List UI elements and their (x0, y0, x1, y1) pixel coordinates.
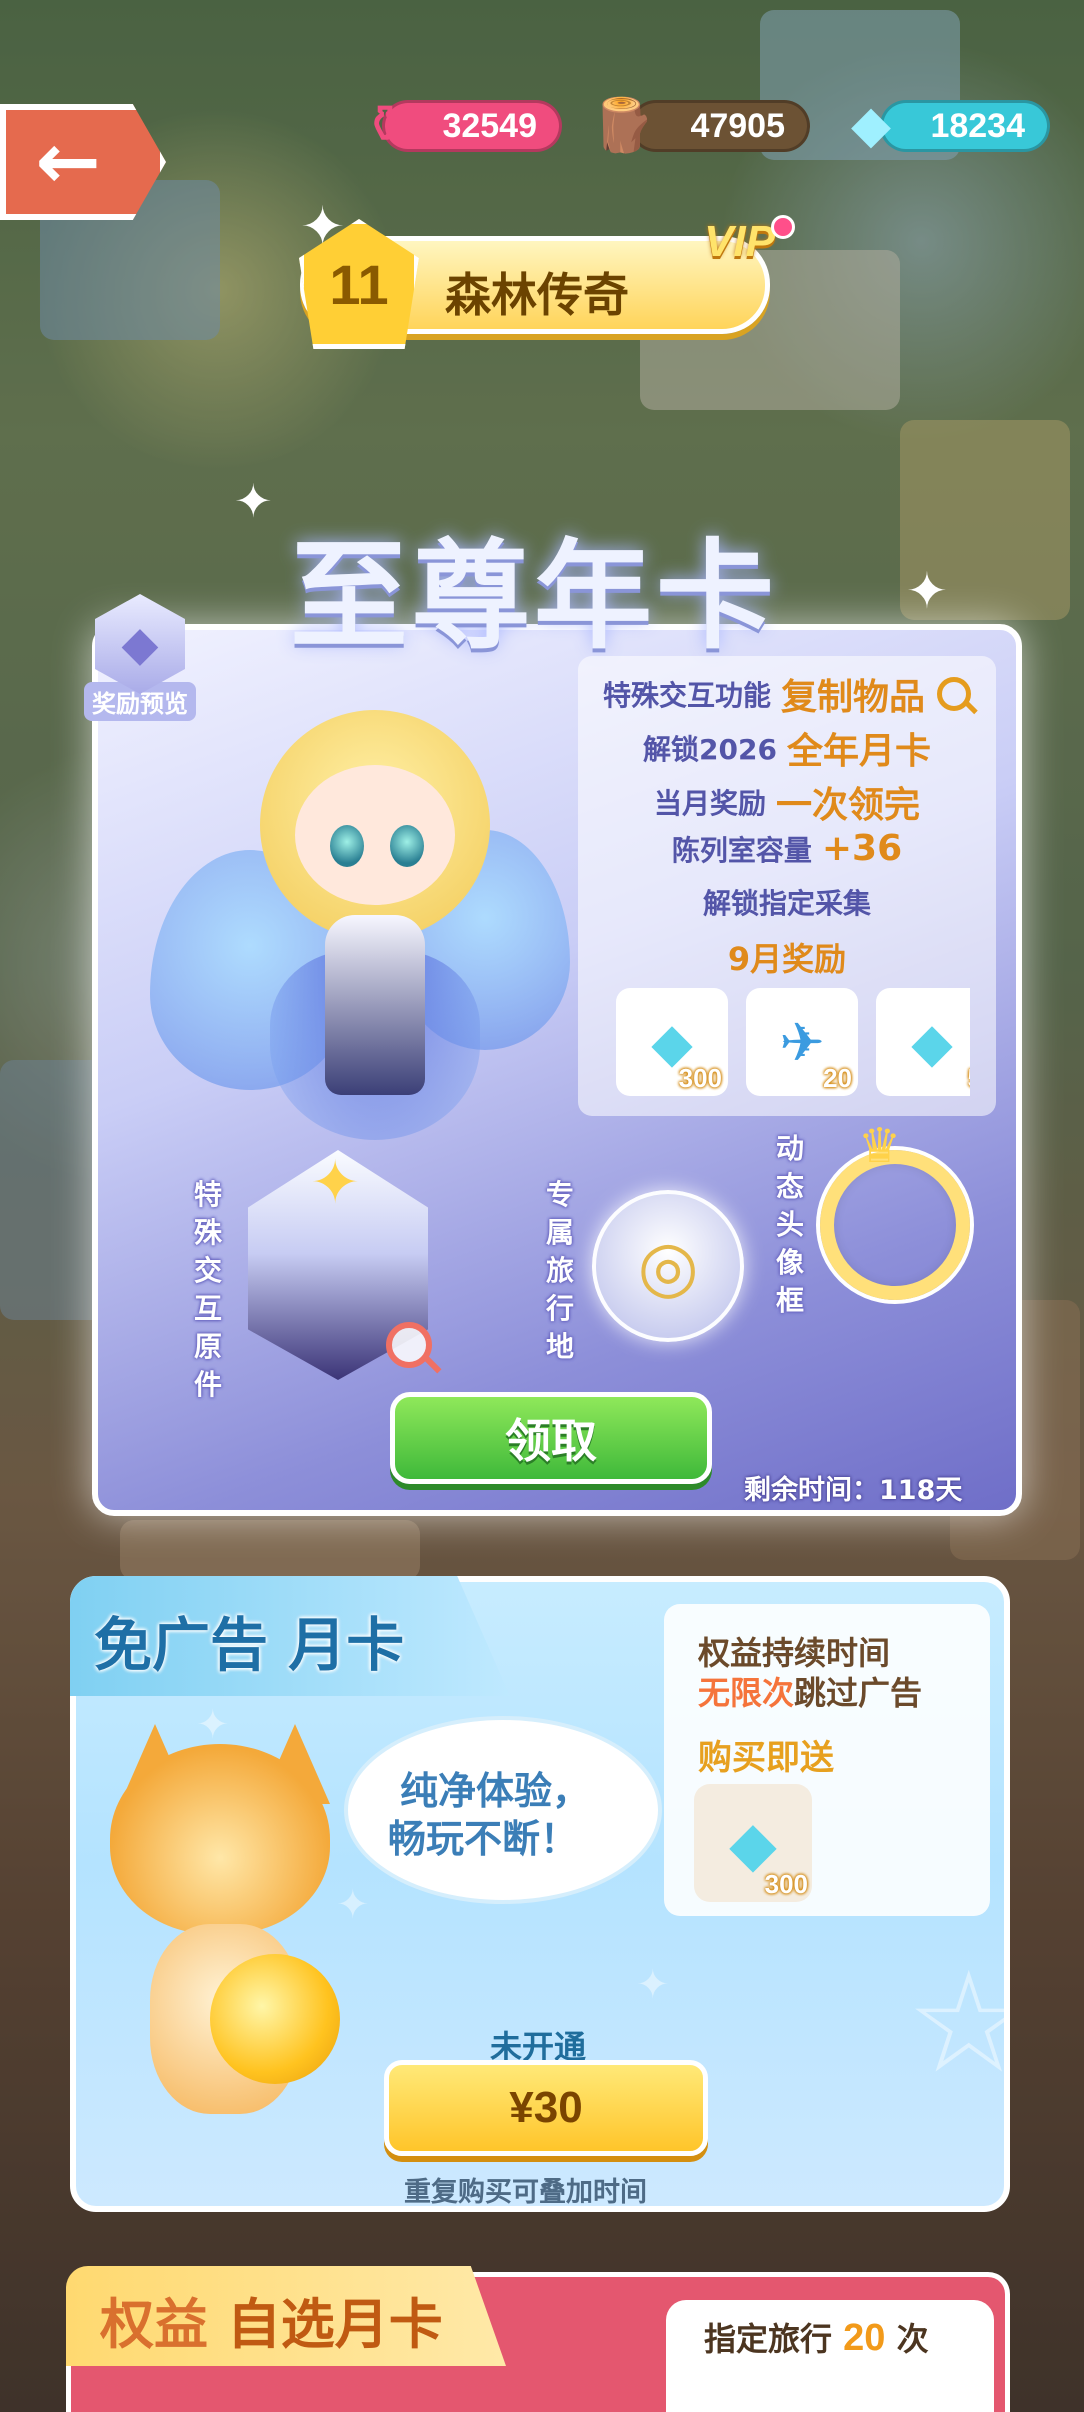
sparkle-icon: ✦ (234, 474, 273, 528)
resource-diamond-value: 18234 (930, 106, 1025, 145)
resource-wood-value: 47905 (690, 106, 785, 145)
ticket-icon: ✈ (779, 1010, 825, 1074)
sparkle-icon: ✦ (906, 562, 948, 620)
feature-month-reward: 9月奖励 (727, 940, 847, 978)
diamond-icon: ◆ (911, 1010, 953, 1074)
stacking-note: 重复购买可叠加时间 (404, 2177, 647, 2208)
magnifier-icon[interactable] (386, 1322, 432, 1368)
wood-log-icon: 🪵 (590, 95, 656, 156)
travel-label: 专属旅行地 (545, 1178, 574, 1363)
cat-mascot (90, 1724, 370, 2164)
resource-potion-value: 32549 (442, 106, 537, 145)
custom-card-benefit: 指定旅行 20 次 (704, 2317, 929, 2359)
claim-button[interactable]: 领取 (390, 1392, 712, 1484)
remaining-time: 剩余时间：118天 (744, 1475, 963, 1506)
feature-copy-item: 特殊交互功能 复制物品 (578, 668, 996, 720)
feature-monthly-card: 解锁2026 全年月卡 (643, 731, 931, 772)
crystal-icon: ◆ (95, 594, 185, 694)
player-banner: 11 森林传奇 VIP (299, 215, 795, 349)
notification-dot (771, 215, 795, 239)
feature-collection-unlock: 解锁指定采集 (702, 887, 871, 920)
star-ornament-icon: ✦ (310, 1148, 361, 1218)
benefit-description: 无限次跳过广告 (698, 1674, 923, 1712)
gift-label: 购买即送 (698, 1738, 834, 1778)
annual-card-title: 至尊年卡 (290, 527, 779, 665)
special-item-label: 特殊交互原件 (193, 1178, 222, 1401)
star-icon: ✦ (636, 1962, 670, 2008)
gift-item[interactable]: ◆ 300 (694, 1784, 812, 1902)
crown-icon: ♛ (858, 1118, 902, 1174)
reward-item[interactable]: ◆ 300 (616, 988, 728, 1096)
month-rewards-list: ◆ 300 ✈ 20 ◆ 5 (616, 988, 970, 1096)
feature-monthly-reward: 当月奖励 一次领完 (653, 785, 921, 826)
custom-card-title: 权益 自选月卡 (100, 2293, 443, 2356)
vip-badge: VIP (704, 217, 775, 266)
avatar-frame-label: 动态头像框 (775, 1132, 804, 1317)
diamond-icon: ◆ (851, 95, 891, 155)
feature-showroom-capacity: 陈列室容量 +36 (671, 828, 903, 869)
player-name: 森林传奇 (445, 268, 629, 322)
adfree-card-title: 免广告 月卡 (94, 1611, 405, 1679)
bubble-line-2: 畅玩不断！ (388, 1817, 579, 1861)
reward-item[interactable]: ◆ 5 (876, 988, 970, 1096)
fairy-character (150, 680, 570, 1150)
travel-destination-orb[interactable]: ◎ (592, 1190, 744, 1342)
mirror-icon: ◎ (637, 1225, 699, 1307)
star-icon: ☆ (906, 1942, 1004, 2105)
reward-item[interactable]: ✈ 20 (746, 988, 858, 1096)
search-icon[interactable] (937, 677, 972, 711)
buy-button[interactable]: ¥30 (384, 2060, 708, 2156)
back-arrow-icon: ← (35, 117, 101, 207)
potion-jar-icon: ⚱ (363, 95, 407, 155)
bubble-line-1: 纯净体验， (400, 1769, 591, 1813)
back-button[interactable]: ← (0, 104, 166, 220)
